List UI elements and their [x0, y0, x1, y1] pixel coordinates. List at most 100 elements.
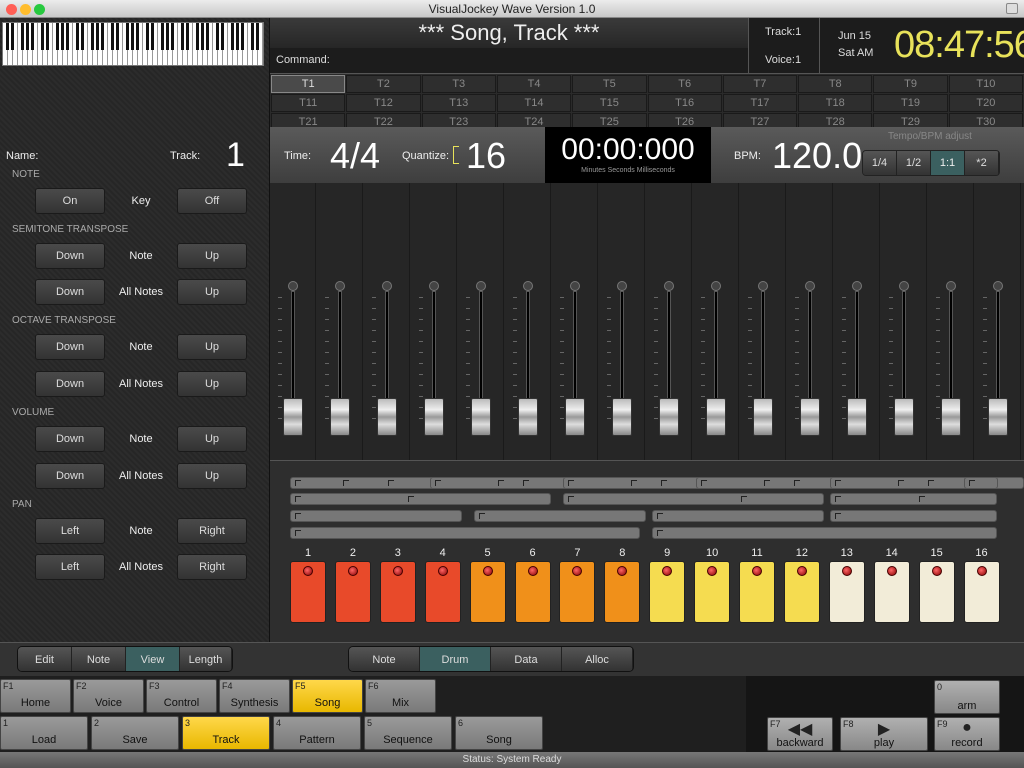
track-button-t13[interactable]: T13	[421, 94, 496, 112]
channel-knob-icon[interactable]	[664, 281, 674, 291]
fkey-voice-button[interactable]: F2 Voice	[73, 679, 144, 713]
semitone-note-down-button[interactable]: Down	[35, 243, 105, 269]
channel-knob-icon[interactable]	[382, 281, 392, 291]
black-key[interactable]	[166, 23, 169, 50]
fkey-mix-button[interactable]: F6 Mix	[365, 679, 436, 713]
volume-fader[interactable]	[847, 398, 867, 436]
track-button-t3[interactable]: T3	[421, 75, 496, 93]
volume-fader[interactable]	[330, 398, 350, 436]
black-key[interactable]	[251, 23, 254, 50]
volume-fader[interactable]	[612, 398, 632, 436]
pan-all-left-button[interactable]: Left	[35, 554, 105, 580]
black-key[interactable]	[201, 23, 204, 50]
channel-knob-icon[interactable]	[852, 281, 862, 291]
window-resize-icon[interactable]	[1006, 3, 1018, 14]
black-key[interactable]	[196, 23, 199, 50]
left-tab-length[interactable]: Length	[180, 647, 232, 671]
drum-pad[interactable]	[828, 561, 865, 623]
track-button-t1[interactable]: T1	[271, 75, 346, 93]
octave-all-up-button[interactable]: Up	[177, 371, 247, 397]
black-key[interactable]	[131, 23, 134, 50]
volume-fader[interactable]	[659, 398, 679, 436]
semitone-all-up-button[interactable]: Up	[177, 279, 247, 305]
fkey-synthesis-button[interactable]: F4 Synthesis	[219, 679, 290, 713]
black-key[interactable]	[66, 23, 69, 50]
black-key[interactable]	[186, 23, 189, 50]
numkey-load-button[interactable]: 1 Load	[0, 716, 88, 750]
volume-all-up-button[interactable]: Up	[177, 463, 247, 489]
mode-tab-data[interactable]: Data	[491, 647, 562, 671]
numkey-track-button[interactable]: 3 Track	[182, 716, 270, 750]
black-key[interactable]	[46, 23, 49, 50]
track-button-t18[interactable]: T18	[798, 94, 873, 112]
black-key[interactable]	[256, 23, 259, 50]
volume-fader[interactable]	[565, 398, 585, 436]
drum-pad[interactable]	[649, 561, 686, 623]
numkey-save-button[interactable]: 2 Save	[91, 716, 179, 750]
volume-fader[interactable]	[988, 398, 1008, 436]
black-key[interactable]	[171, 23, 174, 50]
black-key[interactable]	[21, 23, 24, 50]
black-key[interactable]	[96, 23, 99, 50]
black-key[interactable]	[161, 23, 164, 50]
volume-fader[interactable]	[377, 398, 397, 436]
black-key[interactable]	[91, 23, 94, 50]
pattern-bar[interactable]	[652, 527, 997, 539]
track-button-t5[interactable]: T5	[572, 75, 647, 93]
channel-knob-icon[interactable]	[570, 281, 580, 291]
pattern-bar[interactable]	[830, 493, 997, 505]
minimize-window-button[interactable]	[20, 4, 31, 15]
channel-knob-icon[interactable]	[805, 281, 815, 291]
fkey-song-button[interactable]: F5 Song	[292, 679, 363, 713]
tempo-button-1[interactable]: 1/2	[897, 151, 931, 175]
mode-tab-alloc[interactable]: Alloc	[562, 647, 633, 671]
quantize-bracket-icon[interactable]	[453, 146, 459, 164]
black-key[interactable]	[221, 23, 224, 50]
track-button-t15[interactable]: T15	[572, 94, 647, 112]
black-key[interactable]	[116, 23, 119, 50]
volume-fader[interactable]	[283, 398, 303, 436]
drum-pad[interactable]	[379, 561, 416, 623]
left-tab-edit[interactable]: Edit	[18, 647, 72, 671]
track-button-t11[interactable]: T11	[271, 94, 346, 112]
track-button-t2[interactable]: T2	[346, 75, 421, 93]
drum-pad[interactable]	[604, 561, 641, 623]
tempo-button-0[interactable]: 1/4	[863, 151, 897, 175]
black-key[interactable]	[81, 23, 84, 50]
black-key[interactable]	[151, 23, 154, 50]
close-window-button[interactable]	[6, 4, 17, 15]
semitone-all-down-button[interactable]: Down	[35, 279, 105, 305]
zoom-window-button[interactable]	[34, 4, 45, 15]
drum-pad[interactable]	[963, 561, 1000, 623]
drum-pad[interactable]	[918, 561, 955, 623]
numkey-sequence-button[interactable]: 5 Sequence	[364, 716, 452, 750]
left-tab-note[interactable]: Note	[72, 647, 126, 671]
track-button-t14[interactable]: T14	[496, 94, 572, 112]
track-button-t19[interactable]: T19	[873, 94, 948, 112]
semitone-note-up-button[interactable]: Up	[177, 243, 247, 269]
tempo-button-2[interactable]: 1:1	[931, 151, 965, 175]
black-key[interactable]	[26, 23, 29, 50]
volume-fader[interactable]	[471, 398, 491, 436]
channel-knob-icon[interactable]	[993, 281, 1003, 291]
pattern-bar[interactable]	[290, 493, 551, 505]
pan-note-left-button[interactable]: Left	[35, 518, 105, 544]
numkey-pattern-button[interactable]: 4 Pattern	[273, 716, 361, 750]
play-button[interactable]: F8 ▶ play	[840, 717, 928, 751]
drum-pad[interactable]	[694, 561, 731, 623]
track-button-t4[interactable]: T4	[496, 75, 572, 93]
black-key[interactable]	[31, 23, 34, 50]
black-key[interactable]	[76, 23, 79, 50]
drum-pad[interactable]	[559, 561, 596, 623]
track-button-t8[interactable]: T8	[798, 75, 873, 93]
track-button-t9[interactable]: T9	[873, 75, 948, 93]
black-key[interactable]	[11, 23, 14, 50]
octave-note-down-button[interactable]: Down	[35, 334, 105, 360]
volume-all-down-button[interactable]: Down	[35, 463, 105, 489]
record-button[interactable]: F9 ● record	[934, 717, 1000, 751]
volume-fader[interactable]	[424, 398, 444, 436]
pan-note-right-button[interactable]: Right	[177, 518, 247, 544]
volume-note-down-button[interactable]: Down	[35, 426, 105, 452]
channel-knob-icon[interactable]	[758, 281, 768, 291]
fkey-control-button[interactable]: F3 Control	[146, 679, 217, 713]
